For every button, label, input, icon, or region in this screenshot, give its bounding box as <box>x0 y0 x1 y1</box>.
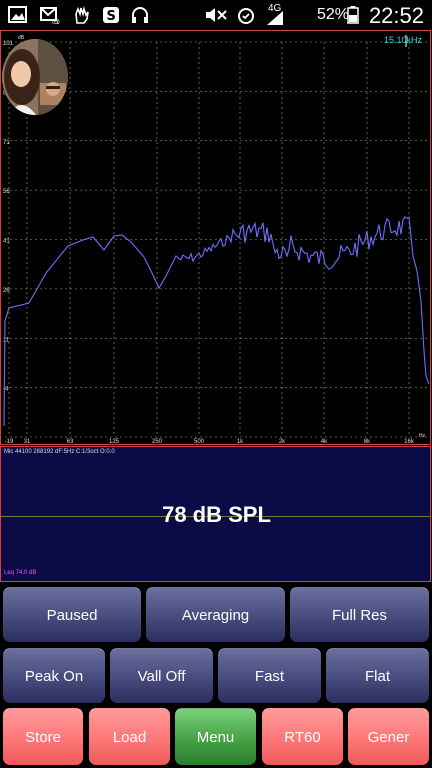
x-unit-label: Hz <box>419 433 426 439</box>
load-button[interactable]: Load <box>89 708 170 765</box>
peak-on-button[interactable]: Peak On <box>3 648 105 703</box>
shazam-icon: S <box>102 6 122 24</box>
svg-text:S: S <box>107 9 116 24</box>
spl-panel[interactable]: Mic 44100 288192 dF:5Hz C:1/3oct O:0.0 7… <box>0 446 431 582</box>
svg-text:@: @ <box>52 17 60 24</box>
x-tick-label: 16k <box>404 439 415 445</box>
spectrum-trace <box>3 216 430 427</box>
paused-button[interactable]: Paused <box>3 587 141 642</box>
frequency-readout: 15.10kHz <box>383 35 422 45</box>
battery-percent: 52% <box>317 6 350 23</box>
x-tick-label: 125 <box>109 439 120 445</box>
x-tick-label: 250 <box>152 439 163 445</box>
x-tick-label: 4k <box>321 439 328 445</box>
email-icon: @ <box>40 6 60 26</box>
averaging-button[interactable]: Averaging <box>146 587 285 642</box>
flat-button[interactable]: Flat <box>326 648 429 703</box>
measurement-info: Mic 44100 288192 dF:5Hz C:1/3oct O:0.0 <box>4 449 115 455</box>
hand-icon <box>72 5 92 24</box>
leq-readout: Leq 74.0 dB <box>4 570 37 576</box>
x-tick-label: 500 <box>194 439 205 445</box>
vall-off-button[interactable]: Vall Off <box>110 648 213 703</box>
battery-icon <box>347 6 359 24</box>
spl-readout: 78 dB SPL <box>162 502 271 527</box>
menu-button[interactable]: Menu <box>175 708 256 765</box>
gener-button[interactable]: Gener <box>348 708 429 765</box>
x-tick-label: 1k <box>237 439 244 445</box>
x-tick-label: 2k <box>279 439 286 445</box>
status-bar: @ S 4G 52% 22:52 <box>0 0 432 30</box>
x-tick-label: -19 <box>5 439 14 445</box>
fast-button[interactable]: Fast <box>218 648 321 703</box>
spectrum-analyzer-panel[interactable]: 101867156412611-4dB-1931631252505001k2k4… <box>0 30 431 445</box>
store-button[interactable]: Store <box>3 708 83 765</box>
signal-icon <box>266 10 286 28</box>
x-tick-label: 63 <box>67 439 74 445</box>
x-tick-label: 8k <box>364 439 371 445</box>
mute-icon <box>204 6 230 24</box>
rt60-button[interactable]: RT60 <box>262 708 343 765</box>
clock: 22:52 <box>368 3 424 28</box>
headphones-icon <box>130 6 150 24</box>
x-tick-label: 31 <box>24 439 31 445</box>
alarm-icon <box>236 6 256 24</box>
full-res-button[interactable]: Full Res <box>290 587 429 642</box>
user-avatar[interactable] <box>2 39 68 115</box>
gallery-icon <box>8 6 28 24</box>
